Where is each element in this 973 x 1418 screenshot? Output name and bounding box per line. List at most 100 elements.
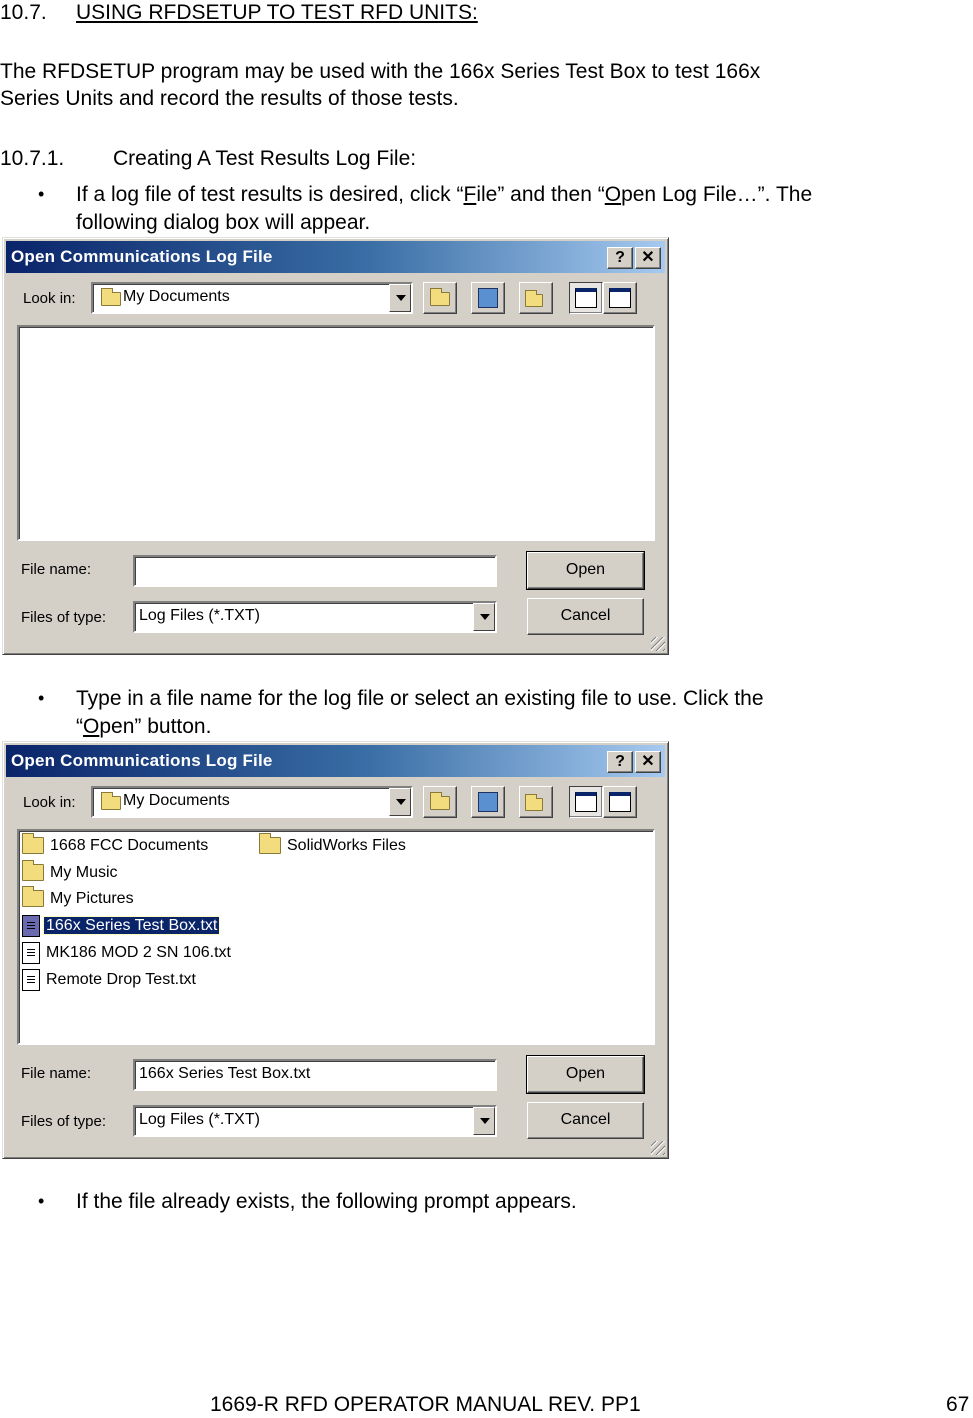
folder-icon	[101, 792, 121, 810]
dialog-title: Open Communications Log File	[11, 751, 273, 770]
mnemonic: O	[83, 715, 100, 738]
open-button[interactable]: Open	[526, 1055, 645, 1094]
bullet-3-line-1: If the file already exists, the followin…	[76, 1190, 577, 1213]
up-folder-icon	[430, 792, 450, 810]
footer-title: 1669-R RFD OPERATOR MANUAL REV. PP1	[210, 1393, 641, 1416]
chevron-down-icon[interactable]	[473, 603, 495, 631]
text: pen Log File…”. The	[621, 183, 813, 206]
file-list[interactable]: 1668 FCC Documents My Music My Pictures …	[17, 829, 655, 1045]
files-of-type-dropdown[interactable]: Log Files (*.TXT)	[133, 1105, 497, 1137]
bullet-marker: •	[38, 184, 45, 204]
help-button[interactable]: ?	[607, 751, 633, 773]
bullet-marker: •	[38, 1191, 45, 1211]
folder-icon	[101, 288, 121, 306]
look-in-label: Look in:	[23, 290, 76, 307]
look-in-value: My Documents	[123, 792, 230, 809]
details-view-icon	[609, 288, 631, 308]
bullet-2-line-2: “Open” button.	[76, 714, 211, 740]
open-button[interactable]: Open	[526, 551, 645, 590]
desktop-icon	[478, 792, 498, 812]
resize-grip[interactable]	[651, 637, 665, 651]
file-name-input[interactable]	[133, 555, 497, 587]
desktop-icon	[478, 288, 498, 308]
file-name-label: File name:	[21, 1065, 92, 1082]
mnemonic: F	[463, 183, 477, 206]
title-bar[interactable]: Open Communications Log File ? ✕	[6, 745, 665, 777]
section-number: 10.7.	[0, 1, 47, 24]
item-name: 1668 FCC Documents	[50, 837, 209, 854]
list-item-file-selected[interactable]: 166x Series Test Box.txt	[22, 915, 221, 937]
look-in-dropdown[interactable]: My Documents	[91, 786, 413, 818]
bullet-1-line-2: following dialog box will appear.	[76, 211, 371, 234]
details-view-icon	[609, 792, 631, 812]
bullet-1-line-1: If a log file of test results is desired…	[76, 182, 812, 208]
new-folder-button[interactable]	[519, 786, 553, 818]
file-name-input[interactable]: 166x Series Test Box.txt	[133, 1059, 497, 1091]
item-name: 166x Series Test Box.txt	[42, 916, 221, 936]
list-item-folder[interactable]: My Pictures	[22, 886, 136, 910]
desktop-button[interactable]	[471, 282, 505, 314]
text: pen” button.	[99, 715, 212, 738]
up-one-level-button[interactable]	[423, 282, 457, 314]
look-in-value: My Documents	[123, 288, 230, 305]
subsection-number: 10.7.1.	[0, 147, 65, 170]
list-item-folder[interactable]: 1668 FCC Documents	[22, 833, 210, 857]
list-item-file[interactable]: MK186 MOD 2 SN 106.txt	[22, 942, 233, 964]
chevron-down-icon[interactable]	[473, 1107, 495, 1135]
look-in-label: Look in:	[23, 794, 76, 811]
intro-line-2: Series Units and record the results of t…	[0, 87, 459, 110]
up-one-level-button[interactable]	[423, 786, 457, 818]
new-folder-button[interactable]	[519, 282, 553, 314]
folder-icon	[22, 860, 44, 882]
text-file-icon	[22, 969, 40, 991]
list-view-icon	[575, 792, 597, 812]
item-name: SolidWorks Files	[287, 837, 406, 854]
text: If a log file of test results is desired…	[76, 183, 464, 206]
desktop-button[interactable]	[471, 786, 505, 818]
new-folder-icon	[525, 794, 543, 811]
subsection-title: Creating A Test Results Log File:	[113, 147, 417, 170]
list-item-file[interactable]: Remote Drop Test.txt	[22, 969, 198, 991]
list-view-button[interactable]	[569, 282, 603, 314]
details-view-button[interactable]	[603, 786, 637, 818]
cancel-button[interactable]: Cancel	[527, 1102, 644, 1139]
look-in-dropdown[interactable]: My Documents	[91, 282, 413, 314]
bullet-2-line-1: Type in a file name for the log file or …	[76, 687, 764, 710]
up-folder-icon	[430, 288, 450, 306]
files-of-type-dropdown[interactable]: Log Files (*.TXT)	[133, 601, 497, 633]
chevron-down-icon[interactable]	[389, 788, 411, 816]
list-view-button[interactable]	[569, 786, 603, 818]
cancel-button[interactable]: Cancel	[527, 598, 644, 635]
open-log-file-dialog-empty: Open Communications Log File ? ✕ Look in…	[2, 237, 669, 655]
intro-line-1: The RFDSETUP program may be used with th…	[0, 60, 761, 83]
page-number: 67	[946, 1393, 970, 1416]
open-log-file-dialog-selected: Open Communications Log File ? ✕ Look in…	[2, 741, 669, 1159]
files-of-type-value: Log Files (*.TXT)	[139, 607, 260, 624]
bullet-marker: •	[38, 688, 45, 708]
details-view-button[interactable]	[603, 282, 637, 314]
file-list[interactable]	[17, 325, 655, 541]
help-button[interactable]: ?	[607, 247, 633, 269]
close-button[interactable]: ✕	[635, 751, 661, 773]
files-of-type-label: Files of type:	[21, 1113, 107, 1130]
folder-icon	[22, 833, 44, 855]
title-bar[interactable]: Open Communications Log File ? ✕	[6, 241, 665, 273]
resize-grip[interactable]	[651, 1141, 665, 1155]
item-name: Remote Drop Test.txt	[46, 971, 196, 989]
files-of-type-label: Files of type:	[21, 609, 107, 626]
file-name-label: File name:	[21, 561, 92, 578]
text-file-icon	[22, 942, 40, 964]
files-of-type-value: Log Files (*.TXT)	[139, 1111, 260, 1128]
new-folder-icon	[525, 290, 543, 307]
item-name: MK186 MOD 2 SN 106.txt	[46, 944, 231, 962]
list-item-folder-shortcut[interactable]: SolidWorks Files	[259, 833, 408, 857]
chevron-down-icon[interactable]	[389, 284, 411, 312]
folder-shortcut-icon	[259, 833, 281, 855]
close-button[interactable]: ✕	[635, 247, 661, 269]
mnemonic: O	[604, 183, 622, 206]
folder-icon	[22, 886, 44, 908]
list-view-icon	[575, 288, 597, 308]
text: “	[76, 715, 83, 738]
dialog-title: Open Communications Log File	[11, 247, 273, 266]
list-item-folder[interactable]: My Music	[22, 860, 120, 884]
